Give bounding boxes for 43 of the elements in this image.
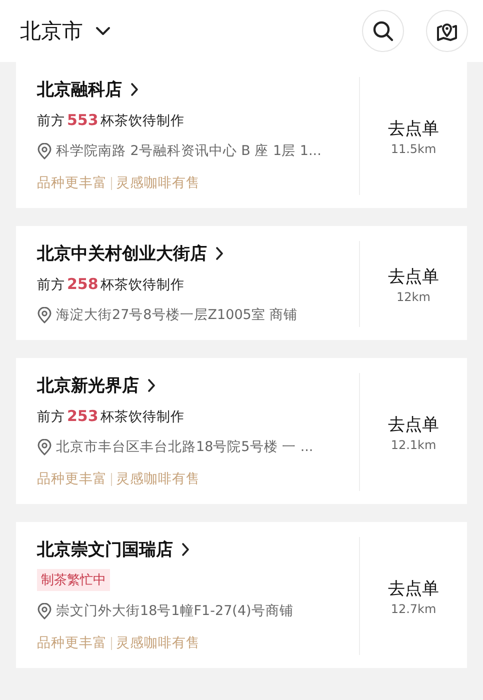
store-card[interactable]: 北京新光界店 前方 253 杯茶饮待制作 北京市丰台区丰台北路18号院5号楼 一 ... 品种更丰富 灵感咖啡有售 去点单 12.1km bbox=[16, 358, 467, 504]
order-button[interactable]: 去点单 bbox=[388, 412, 439, 436]
feature-tag: 品种更丰富 bbox=[37, 634, 107, 652]
busy-badge: 制茶繁忙中 bbox=[37, 569, 110, 591]
chevron-right-icon bbox=[130, 82, 139, 96]
store-card[interactable]: 北京融科店 前方 553 杯茶饮待制作 科学院南路 2号融科资讯中心 B 座 1层 1... 品种更丰富 灵感咖啡有售 去点单 11.5km bbox=[16, 62, 467, 208]
distance: 12km bbox=[396, 290, 430, 304]
queue-status: 前方 553 杯茶饮待制作 bbox=[37, 110, 186, 131]
location-icon bbox=[37, 306, 52, 324]
order-button[interactable]: 去点单 bbox=[388, 116, 439, 140]
city-selector[interactable]: 北京市 bbox=[20, 17, 111, 45]
feature-tag: 灵感咖啡有售 bbox=[116, 174, 200, 192]
store-address: 科学院南路 2号融科资讯中心 B 座 1层 1... bbox=[56, 142, 322, 160]
store-address: 崇文门外大街18号1幢F1-27(4)号商铺 bbox=[56, 602, 294, 620]
distance: 11.5km bbox=[390, 142, 436, 156]
location-icon bbox=[37, 142, 52, 160]
chevron-right-icon bbox=[215, 246, 224, 260]
distance: 12.1km bbox=[390, 438, 436, 452]
store-name-link[interactable]: 北京融科店 bbox=[37, 77, 139, 101]
map-button[interactable] bbox=[426, 10, 468, 52]
feature-tag: 品种更丰富 bbox=[37, 470, 107, 488]
feature-tag: 灵感咖啡有售 bbox=[116, 634, 200, 652]
feature-tag: 灵感咖啡有售 bbox=[116, 470, 200, 488]
location-icon bbox=[37, 602, 52, 620]
chevron-right-icon bbox=[181, 542, 190, 556]
chevron-down-icon bbox=[95, 26, 111, 36]
queue-status: 前方 258 杯茶饮待制作 bbox=[37, 274, 186, 295]
feature-tag: 品种更丰富 bbox=[37, 174, 107, 192]
search-icon bbox=[372, 20, 394, 42]
store-address: 北京市丰台区丰台北路18号院5号楼 一 ... bbox=[56, 438, 314, 456]
chevron-right-icon bbox=[147, 378, 156, 392]
distance: 12.7km bbox=[390, 602, 436, 616]
order-button[interactable]: 去点单 bbox=[388, 264, 439, 288]
order-button[interactable]: 去点单 bbox=[388, 576, 439, 600]
search-button[interactable] bbox=[362, 10, 404, 52]
queue-status: 前方 253 杯茶饮待制作 bbox=[37, 406, 186, 427]
store-card[interactable]: 北京中关村创业大街店 前方 258 杯茶饮待制作 海淀大街27号8号楼一层Z1005室 商铺 去点单 12km bbox=[16, 226, 467, 340]
store-address: 海淀大街27号8号楼一层Z1005室 商铺 bbox=[56, 306, 298, 324]
store-name-link[interactable]: 北京中关村创业大街店 bbox=[37, 241, 224, 265]
store-name-link[interactable]: 北京崇文门国瑞店 bbox=[37, 537, 190, 561]
store-card[interactable]: 北京崇文门国瑞店 制茶繁忙中 崇文门外大街18号1幢F1-27(4)号商铺 品种更丰富 灵感咖啡有售 去点单 12.7km bbox=[16, 522, 467, 668]
store-name-link[interactable]: 北京新光界店 bbox=[37, 373, 156, 397]
location-icon bbox=[37, 438, 52, 456]
